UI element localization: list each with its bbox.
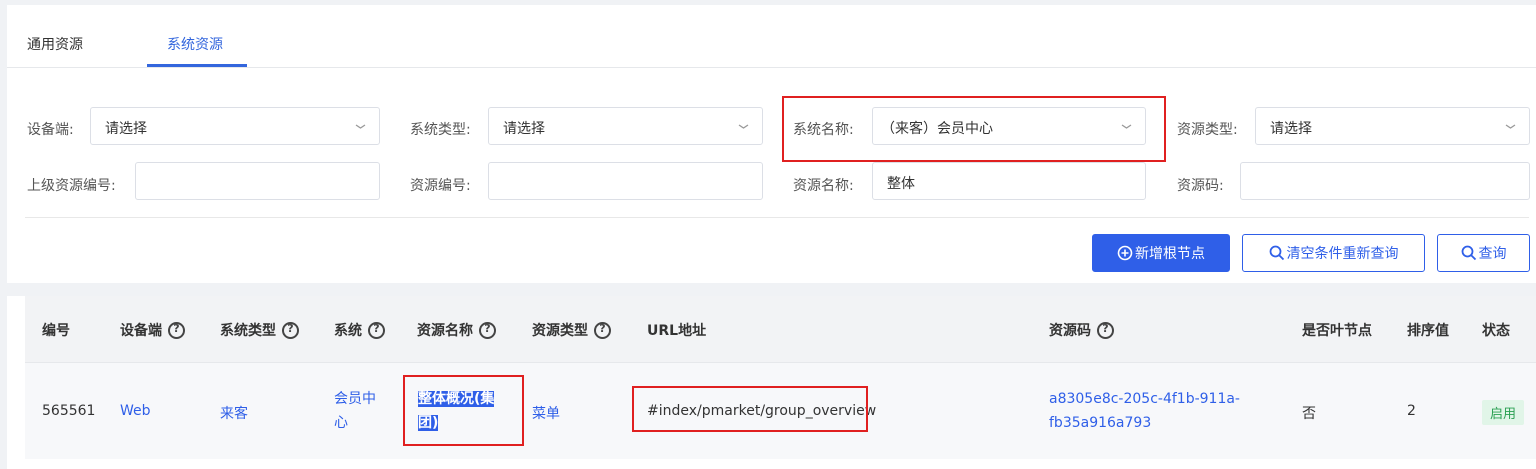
cell-resource-code[interactable]: a8305e8c-205c-4f1b-911a- fb35a916a793: [1049, 387, 1269, 435]
resource-key-input[interactable]: [1240, 162, 1530, 200]
search-icon: [1269, 245, 1284, 261]
system-name-select-value: （来客）会员中心: [881, 121, 993, 137]
cell-resource-code-line2: fb35a916a793: [1049, 415, 1152, 431]
col-header-system-type: 系统类型: [220, 320, 299, 340]
col-header-resource-name: 资源名称: [417, 320, 496, 340]
help-icon[interactable]: [368, 321, 385, 339]
col-header-device-label: 设备端: [120, 323, 162, 339]
resource-table: 编号 设备端 系统类型 系统 资源名称 资源类型 URL地址 资源码 是否叶节点…: [7, 296, 1536, 469]
table-row[interactable]: 565561 Web 来客 会员中 心 整体概况(集 团) 菜单 #index/…: [25, 363, 1536, 459]
help-icon[interactable]: [594, 321, 611, 339]
system-type-select[interactable]: 请选择: [488, 107, 763, 145]
help-icon[interactable]: [168, 321, 185, 339]
status-badge: 启用: [1482, 400, 1525, 425]
col-header-resource-name-label: 资源名称: [417, 323, 473, 339]
system-type-label: 系统类型:: [410, 122, 471, 138]
filter-card: 通用资源 系统资源 设备端: 请选择 系统类型: 请选择 系统名称: （来客）会…: [7, 5, 1536, 283]
cell-system-type[interactable]: 来客: [220, 403, 248, 423]
tab-bar: 通用资源 系统资源: [7, 5, 1536, 68]
tab-general-resources[interactable]: 通用资源: [27, 34, 83, 54]
cell-sort: 2: [1407, 403, 1416, 419]
col-header-id-label: 编号: [42, 323, 70, 339]
search-icon: [1461, 245, 1476, 261]
query-label: 查询: [1478, 246, 1507, 262]
col-header-resource-code-label: 资源码: [1049, 323, 1091, 339]
col-header-status: 状态: [1482, 320, 1510, 340]
col-header-sort: 排序值: [1407, 320, 1449, 340]
resource-type-label: 资源类型:: [1177, 122, 1238, 138]
help-icon[interactable]: [282, 321, 299, 339]
col-header-id: 编号: [42, 320, 70, 340]
resource-name-input-value: 整体: [887, 176, 915, 192]
resource-name-input[interactable]: 整体: [872, 162, 1146, 200]
query-button[interactable]: 查询: [1437, 234, 1530, 272]
col-header-resource-code: 资源码: [1049, 320, 1114, 340]
col-header-resource-type-label: 资源类型: [532, 323, 588, 339]
plus-circle-icon: [1117, 245, 1133, 261]
system-type-select-value: 请选择: [503, 121, 545, 137]
device-select[interactable]: 请选择: [90, 107, 380, 145]
help-icon[interactable]: [479, 321, 496, 339]
chevron-down-icon: [1505, 124, 1516, 129]
clear-and-requery-label: 清空条件重新查询: [1286, 246, 1399, 262]
col-header-status-label: 状态: [1482, 323, 1510, 339]
help-icon[interactable]: [1097, 321, 1114, 339]
cell-resource-name-line1: 整体概况(集: [418, 391, 495, 407]
col-header-resource-type: 资源类型: [532, 320, 611, 340]
col-header-url: URL地址: [647, 320, 706, 340]
active-tab-indicator: [147, 64, 247, 67]
cell-resource-name-line2: 团): [418, 415, 439, 431]
col-header-sort-label: 排序值: [1407, 323, 1449, 339]
clear-and-requery-button[interactable]: 清空条件重新查询: [1242, 234, 1425, 272]
chevron-down-icon: [738, 124, 749, 129]
col-header-is-leaf-label: 是否叶节点: [1302, 323, 1372, 339]
col-header-system-type-label: 系统类型: [220, 323, 276, 339]
resource-type-select-value: 请选择: [1270, 121, 1312, 137]
add-root-node-label: 新增根节点: [1135, 246, 1205, 262]
chevron-down-icon: [355, 124, 366, 129]
cell-url: #index/pmarket/group_overview: [647, 403, 877, 419]
cell-resource-type[interactable]: 菜单: [532, 403, 560, 423]
table-header: 编号 设备端 系统类型 系统 资源名称 资源类型 URL地址 资源码 是否叶节点…: [25, 296, 1536, 363]
cell-system-line1: 会员中: [334, 391, 376, 407]
resource-key-label: 资源码:: [1177, 178, 1224, 194]
resource-code-label: 资源编号:: [410, 178, 471, 194]
system-name-select[interactable]: （来客）会员中心: [872, 107, 1146, 145]
cell-system-line2: 心: [334, 415, 348, 431]
cell-is-leaf: 否: [1302, 406, 1316, 422]
col-header-system: 系统: [334, 320, 385, 340]
cell-device[interactable]: Web: [120, 403, 151, 419]
cell-resource-name[interactable]: 整体概况(集 团): [418, 387, 518, 435]
col-header-url-label: URL地址: [647, 323, 707, 339]
system-name-label: 系统名称:: [793, 122, 854, 138]
col-header-device: 设备端: [120, 320, 185, 340]
cell-system[interactable]: 会员中 心: [334, 387, 394, 435]
device-select-value: 请选择: [105, 121, 147, 137]
cell-resource-code-line1: a8305e8c-205c-4f1b-911a-: [1049, 391, 1240, 407]
resource-code-input[interactable]: [488, 162, 763, 200]
parent-code-input[interactable]: [135, 162, 380, 200]
cell-id: 565561: [42, 403, 96, 419]
device-label: 设备端:: [27, 122, 74, 138]
parent-code-label: 上级资源编号:: [27, 178, 116, 194]
col-header-system-label: 系统: [334, 323, 362, 339]
resource-name-label: 资源名称:: [793, 178, 854, 194]
col-header-is-leaf: 是否叶节点: [1302, 320, 1372, 340]
filter-divider: [25, 217, 1529, 218]
resource-type-select[interactable]: 请选择: [1255, 107, 1530, 145]
add-root-node-button[interactable]: 新增根节点: [1092, 234, 1230, 272]
tab-system-resources[interactable]: 系统资源: [167, 34, 223, 54]
chevron-down-icon: [1121, 124, 1132, 129]
